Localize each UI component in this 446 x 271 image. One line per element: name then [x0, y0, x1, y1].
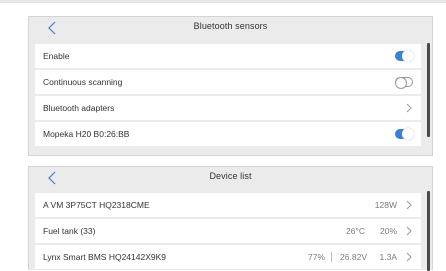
device-name: Lynx Smart BMS HQ24142X9K9: [43, 252, 166, 262]
row-label: Continuous scanning: [43, 77, 123, 87]
device-name: Fuel tank (33): [43, 226, 96, 236]
device-current: 1.3A: [379, 252, 398, 262]
row-mopeka-sensor[interactable]: Mopeka H20 B0:26:BB: [35, 122, 421, 146]
chevron-right-icon: [406, 200, 412, 210]
top-divider: [0, 0, 446, 3]
row-label: Enable: [43, 51, 70, 61]
chevron-right-icon: [406, 103, 412, 113]
enable-toggle[interactable]: [395, 50, 414, 62]
toggle-knob: [402, 50, 414, 62]
panel-header: Device list: [29, 167, 432, 189]
toggle-knob: [395, 77, 407, 89]
row-bluetooth-adapters[interactable]: Bluetooth adapters: [35, 96, 421, 120]
device-voltage: 26.82V: [340, 252, 367, 262]
device-level: 20%: [379, 226, 397, 236]
device-row-lynx-bms[interactable]: Lynx Smart BMS HQ24142X9K9 77% 26.82V 1.…: [35, 245, 421, 269]
device-soc: 77%: [307, 252, 325, 262]
scrollbar[interactable]: [427, 43, 430, 137]
device-row-vm-3p75ct[interactable]: A VM 3P75CT HQ2318CME 128W: [35, 193, 421, 217]
row-label: Mopeka H20 B0:26:BB: [43, 129, 130, 139]
row-label: Bluetooth adapters: [43, 103, 115, 113]
device-name: A VM 3P75CT HQ2318CME: [43, 200, 150, 210]
chevron-right-icon: [406, 252, 412, 262]
bluetooth-sensors-panel: Bluetooth sensors Enable Continuous scan…: [28, 16, 433, 156]
page-title: Device list: [209, 171, 252, 181]
scrollbar[interactable]: [427, 191, 430, 271]
device-list-panel: Device list A VM 3P75CT HQ2318CME 128W F…: [28, 166, 433, 271]
continuous-scanning-toggle[interactable]: [395, 77, 413, 89]
chevron-right-icon: [406, 226, 412, 236]
row-enable[interactable]: Enable: [35, 44, 421, 68]
value-separator: [331, 252, 332, 262]
page-title: Bluetooth sensors: [193, 21, 268, 31]
toggle-knob: [402, 128, 414, 140]
mopeka-sensor-toggle[interactable]: [395, 128, 414, 140]
device-power: 128W: [374, 200, 397, 210]
row-continuous-scanning[interactable]: Continuous scanning: [35, 70, 421, 94]
panel-header: Bluetooth sensors: [29, 17, 432, 39]
device-row-fuel-tank[interactable]: Fuel tank (33) 26°C 20%: [35, 219, 421, 243]
device-temperature: 26°C: [346, 226, 365, 236]
